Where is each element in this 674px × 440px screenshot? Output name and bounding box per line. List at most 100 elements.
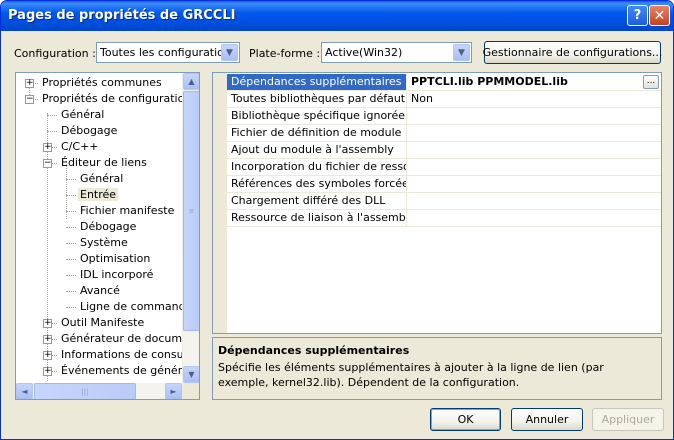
property-value[interactable]: PPTCLI.lib PPMMODEL.lib	[407, 74, 661, 90]
tree-item[interactable]: Propriétés communes	[40, 75, 164, 91]
ellipsis-button[interactable]: ...	[643, 75, 659, 89]
grid-gutter	[213, 73, 227, 333]
tree-item-label: Fichier manifeste	[80, 204, 175, 217]
tree-item-label: Optimisation	[80, 252, 151, 265]
property-row[interactable]: Ajout du module à l'assembly	[227, 142, 661, 159]
close-button[interactable]: ✕	[649, 5, 670, 26]
cancel-button[interactable]: Annuler	[511, 408, 583, 431]
tree-item[interactable]: Optimisation	[78, 251, 152, 267]
tree-item[interactable]: Débogage	[59, 123, 119, 139]
tree-item[interactable]: Général	[78, 171, 125, 187]
scroll-thumb[interactable]: ≡	[183, 91, 199, 331]
property-row[interactable]: Incorporation du fichier de ressource	[227, 159, 661, 176]
property-row[interactable]: Toutes bibliothèques par défaut ignoNon	[227, 91, 661, 108]
help-icon: ?	[633, 8, 642, 23]
property-name: Bibliothèque spécifique ignorée	[227, 108, 407, 124]
ok-button[interactable]: OK	[430, 408, 501, 431]
expand-icon[interactable]: +	[43, 143, 52, 152]
property-name: Références des symboles forcées	[227, 176, 407, 192]
scroll-right-icon[interactable]: ►	[165, 383, 182, 399]
tree-item[interactable]: Éditeur de liens	[59, 155, 149, 171]
tree-connector	[47, 131, 57, 132]
collapse-icon[interactable]: −	[25, 95, 34, 104]
tree-connector	[66, 195, 76, 196]
tree-item[interactable]: IDL incorporé	[78, 267, 155, 283]
property-name: Chargement différé des DLL	[227, 193, 407, 209]
property-value[interactable]	[407, 210, 661, 226]
property-value[interactable]	[407, 176, 661, 192]
property-row[interactable]: Fichier de définition de module	[227, 125, 661, 142]
tree-item[interactable]: Système	[78, 235, 130, 251]
property-row[interactable]: Références des symboles forcées	[227, 176, 661, 193]
collapse-icon[interactable]: −	[43, 159, 52, 168]
tree-item-label: Général	[80, 172, 124, 185]
property-value[interactable]: Non	[407, 91, 661, 107]
tree-item[interactable]: Entrée	[78, 187, 119, 203]
horizontal-scroll-thumb[interactable]: |||	[34, 383, 136, 399]
property-value[interactable]	[407, 108, 661, 124]
property-value[interactable]	[407, 142, 661, 158]
tree-connector	[47, 115, 57, 116]
property-row[interactable]: Dépendances supplémentaires PPTCLI.lib PP…	[227, 74, 661, 91]
expand-icon[interactable]: +	[43, 351, 52, 360]
tree-item[interactable]: Événements de génératio	[59, 363, 200, 379]
property-value[interactable]	[407, 193, 661, 209]
tree-item[interactable]: Ligne de commande	[78, 299, 194, 315]
tree-item-label: Général	[61, 108, 105, 121]
expand-icon[interactable]: +	[43, 335, 52, 344]
description-text: Spécifie les éléments supplémentaires à …	[218, 361, 604, 389]
property-row[interactable]: Bibliothèque spécifique ignorée	[227, 108, 661, 125]
tree-connector	[66, 291, 76, 292]
expand-icon[interactable]: +	[25, 79, 34, 88]
tree-item-label: Débogage	[61, 124, 118, 137]
description-title: Dépendances supplémentaires	[218, 344, 410, 357]
tree-item-label: Informations de consultat	[61, 348, 200, 361]
tree-connector	[66, 259, 76, 260]
tree-item[interactable]: Avancé	[78, 283, 122, 299]
property-grid[interactable]: Dépendances supplémentaires PPTCLI.lib PP…	[212, 72, 662, 334]
tree-item-label: C/C++	[61, 140, 99, 153]
scroll-up-icon[interactable]: ▲	[183, 73, 199, 90]
property-name: Ressource de liaison à l'assembly	[227, 210, 407, 226]
tree-item-label: Événements de génératio	[61, 364, 200, 377]
property-pages-window: Pages de propriétés de GRCCLI ? ✕ Config…	[0, 0, 674, 440]
property-value[interactable]	[407, 159, 661, 175]
tree-item[interactable]: Débogage	[78, 219, 138, 235]
expand-icon[interactable]: +	[43, 367, 52, 376]
expand-icon[interactable]: +	[43, 319, 52, 328]
tree-horizontal-scrollbar[interactable]: ◄ ||| ►	[16, 383, 182, 399]
tree-vertical-scrollbar[interactable]: ▲ ≡ ▼	[182, 73, 199, 383]
property-name: Toutes bibliothèques par défaut igno	[227, 91, 407, 107]
property-row[interactable]: Ressource de liaison à l'assembly	[227, 210, 661, 227]
tree-connector	[66, 179, 76, 180]
property-name: Fichier de définition de module	[227, 125, 407, 141]
tree-item-label: Avancé	[80, 284, 120, 297]
property-value[interactable]	[407, 125, 661, 141]
tree-item[interactable]: Propriétés de configuration	[40, 91, 193, 107]
property-name: Incorporation du fichier de ressource	[227, 159, 407, 175]
tree-item-label: IDL incorporé	[80, 268, 154, 281]
configuration-select[interactable]: Toutes les configurations ▼	[96, 42, 240, 63]
chevron-down-icon[interactable]: ▼	[453, 44, 470, 61]
platform-label: Plate-forme :	[249, 47, 321, 60]
property-tree[interactable]: + Propriétés communes − Propriétés de confi…	[15, 72, 200, 400]
tree-item[interactable]: Général	[59, 107, 106, 123]
property-name: Dépendances supplémentaires	[227, 74, 407, 90]
help-button[interactable]: ?	[627, 5, 648, 26]
property-row[interactable]: Chargement différé des DLL	[227, 193, 661, 210]
scroll-down-icon[interactable]: ▼	[183, 366, 199, 383]
configuration-manager-button[interactable]: Gestionnaire de configurations...	[483, 41, 662, 64]
tree-item[interactable]: C/C++	[59, 139, 101, 155]
tree-item[interactable]: Outil Manifeste	[59, 315, 146, 331]
title-bar[interactable]: Pages de propriétés de GRCCLI ? ✕	[1, 1, 673, 31]
apply-button[interactable]: Appliquer	[592, 408, 664, 431]
tree-item[interactable]: Fichier manifeste	[78, 203, 176, 219]
tree-item[interactable]: Informations de consultat	[59, 347, 200, 363]
tree-item[interactable]: Générateur de document	[59, 331, 199, 347]
chevron-down-icon[interactable]: ▼	[221, 44, 238, 61]
tree-item-label: Outil Manifeste	[61, 316, 145, 329]
scroll-left-icon[interactable]: ◄	[16, 383, 33, 399]
tree-item-label: Débogage	[80, 220, 137, 233]
tree-item-label: Ligne de commande	[80, 300, 193, 313]
platform-select[interactable]: Active(Win32) ▼	[321, 42, 472, 63]
